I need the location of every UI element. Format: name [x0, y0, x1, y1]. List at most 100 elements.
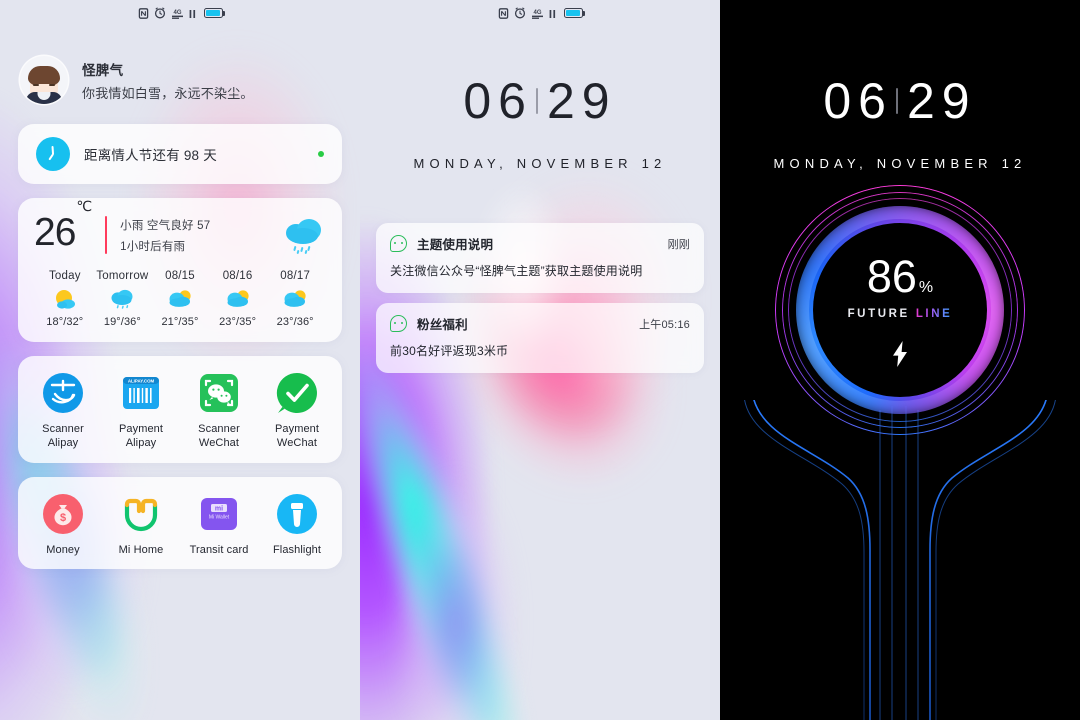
forecast-day: 08/15 21°/35° [151, 270, 209, 328]
status-bar-middle: 4G [360, 0, 720, 26]
signal-icon [549, 9, 555, 18]
clock-minutes: 29 [907, 73, 977, 129]
weather-widget[interactable]: 26℃ 小雨 空气良好 57 1小时后有雨 Today 18°/32° Tomo… [18, 198, 342, 342]
transit-card-icon: mi Mi Wallet [198, 493, 240, 535]
wechat-bubble-icon [390, 235, 407, 252]
shortcut-label: Scanner Alipay [42, 423, 84, 450]
alipay-payment-icon: ALIPAY.COM [120, 372, 162, 414]
countdown-widget[interactable]: 距离情人节还有 98 天 [18, 124, 342, 184]
shortcuts-tools-row: $ Money Mi Home mi Mi Wallet Transit car… [18, 476, 342, 569]
lightning-bolt-icon [890, 340, 910, 367]
status-dot [318, 151, 324, 157]
lockscreen-triptych: 4G 怪脾气 你我情如白雪，永远不染尘。 距离情人节还有 98 天 26℃ 小雨… [0, 0, 1080, 720]
alarm-icon [514, 7, 525, 19]
weather-condition-line1: 小雨 空气良好 57 [120, 220, 211, 232]
panel-home-widgets: 4G 怪脾气 你我情如白雪，永远不染尘。 距离情人节还有 98 天 26℃ 小雨… [0, 0, 360, 720]
battery-percent: 86 % [867, 254, 933, 299]
mi-wallet-text: Mi Wallet [209, 514, 230, 520]
shortcut-label: Money [46, 543, 80, 556]
countdown-text: 距离情人节还有 98 天 [84, 148, 217, 163]
shortcut-payment-alipay[interactable]: ALIPAY.COM Payment Alipay [102, 372, 180, 451]
vibrate-icon [138, 7, 148, 19]
notification-body: 关注微信公众号“怪脾气主题”获取主题使用说明 [390, 264, 643, 278]
weather-temperature: 26℃ [34, 198, 93, 254]
cloud-sun-icon [284, 290, 306, 307]
lockscreen-date: MONDAY, NOVEMBER 12 [413, 156, 667, 171]
shortcut-mi-home[interactable]: Mi Home [102, 493, 180, 557]
network-4g-icon: 4G [531, 10, 543, 19]
flashlight-icon [276, 493, 318, 535]
lockscreen-clock: 06 29 [360, 76, 720, 126]
clock-hours: 06 [463, 73, 533, 129]
alipay-scanner-icon [42, 372, 84, 414]
signal-icon [189, 9, 195, 18]
brand-part1: FUTURE [847, 307, 910, 320]
vibrate-icon [498, 7, 508, 19]
shortcut-transit-card[interactable]: mi Mi Wallet Transit card [180, 493, 258, 557]
wechat-bubble-icon [390, 315, 407, 332]
clock-minutes: 29 [547, 73, 617, 129]
status-bar-left: 4G [0, 0, 360, 26]
forecast-day: 08/16 23°/35° [209, 270, 267, 328]
panel-charging-animation: 06 29 MONDAY, NOVEMBER 12 86 % FUTURE LI… [720, 0, 1080, 720]
profile-block[interactable]: 怪脾气 你我情如白雪，永远不染尘。 [18, 56, 342, 104]
shortcut-label: Payment Alipay [118, 423, 164, 450]
notification-item[interactable]: 主题使用说明 刚刚 关注微信公众号“怪脾气主题”获取主题使用说明 [376, 223, 704, 293]
forecast-day-label: Tomorrow [96, 270, 149, 282]
notification-body: 前30名好评返现3米币 [390, 344, 509, 358]
forecast-day-label: 08/15 [165, 270, 195, 282]
lockscreen-clock-dark: 06 29 [720, 76, 1080, 126]
svg-text:4G: 4G [533, 10, 541, 16]
brand-label: FUTURE LINE [848, 308, 953, 320]
shortcut-flashlight[interactable]: Flashlight [258, 493, 336, 557]
forecast-range: 19°/36° [103, 316, 141, 328]
cloud-sun-icon [169, 290, 191, 307]
panel-lockscreen-notifications: 4G 06 29 MONDAY, NOVEMBER 12 主题使用说明 刚刚 关… [360, 0, 720, 720]
svg-text:mi: mi [215, 505, 223, 512]
shortcuts-payment-row: Scanner Alipay ALIPAY.COM Payment Alipay… [18, 356, 342, 463]
notification-item[interactable]: 粉丝福利 上午05:16 前30名好评返现3米币 [376, 303, 704, 373]
clock-separator [896, 88, 898, 114]
avatar[interactable] [20, 56, 68, 104]
shortcut-label: Transit card [189, 543, 249, 556]
forecast-day: 08/17 23°/36° [266, 270, 324, 328]
forecast-day-label: 08/17 [280, 270, 311, 282]
rain-cloud-icon [280, 216, 326, 256]
mi-home-icon [120, 493, 162, 535]
percent-symbol: % [918, 278, 934, 296]
alarm-icon [154, 7, 165, 19]
shortcut-label: Payment WeChat [274, 423, 320, 450]
sun-cloud-icon [55, 290, 75, 309]
wechat-scanner-icon [198, 372, 240, 414]
weather-unit: ℃ [76, 198, 93, 214]
forecast-range: 21°/35° [161, 316, 199, 328]
shortcut-payment-wechat[interactable]: Payment WeChat [258, 372, 336, 451]
brand-part2: LINE [915, 307, 953, 320]
shortcut-label: Scanner WeChat [198, 423, 240, 450]
profile-signature: 你我情如白雪，永远不染尘。 [82, 85, 254, 101]
alipay-badge-text: ALIPAY.COM [128, 379, 155, 384]
clock-icon [36, 137, 70, 171]
rain-cloud-icon [111, 289, 133, 309]
shortcut-scanner-wechat[interactable]: Scanner WeChat [180, 372, 258, 451]
charging-tail-graphic [720, 400, 1080, 720]
notification-list: 主题使用说明 刚刚 关注微信公众号“怪脾气主题”获取主题使用说明 粉丝福利 上午… [360, 223, 720, 373]
wechat-payment-icon [276, 372, 318, 414]
divider [105, 216, 108, 254]
svg-text:$: $ [60, 512, 66, 524]
shortcut-label: Mi Home [118, 543, 164, 556]
forecast-day-label: 08/16 [222, 270, 253, 282]
clock-hours: 06 [823, 73, 893, 129]
forecast-range: 18°/32° [46, 316, 84, 328]
battery-icon [563, 8, 585, 18]
battery-icon [203, 8, 225, 18]
network-4g-icon: 4G [171, 10, 183, 19]
forecast-range: 23°/36° [276, 316, 314, 328]
notification-time: 上午05:16 [639, 318, 690, 331]
shortcut-scanner-alipay[interactable]: Scanner Alipay [24, 372, 102, 451]
clock-separator [536, 88, 538, 114]
notification-title: 粉丝福利 [417, 318, 468, 332]
battery-percent-value: 86 [866, 250, 917, 302]
shortcut-money[interactable]: $ Money [24, 493, 102, 557]
svg-text:4G: 4G [173, 10, 181, 16]
